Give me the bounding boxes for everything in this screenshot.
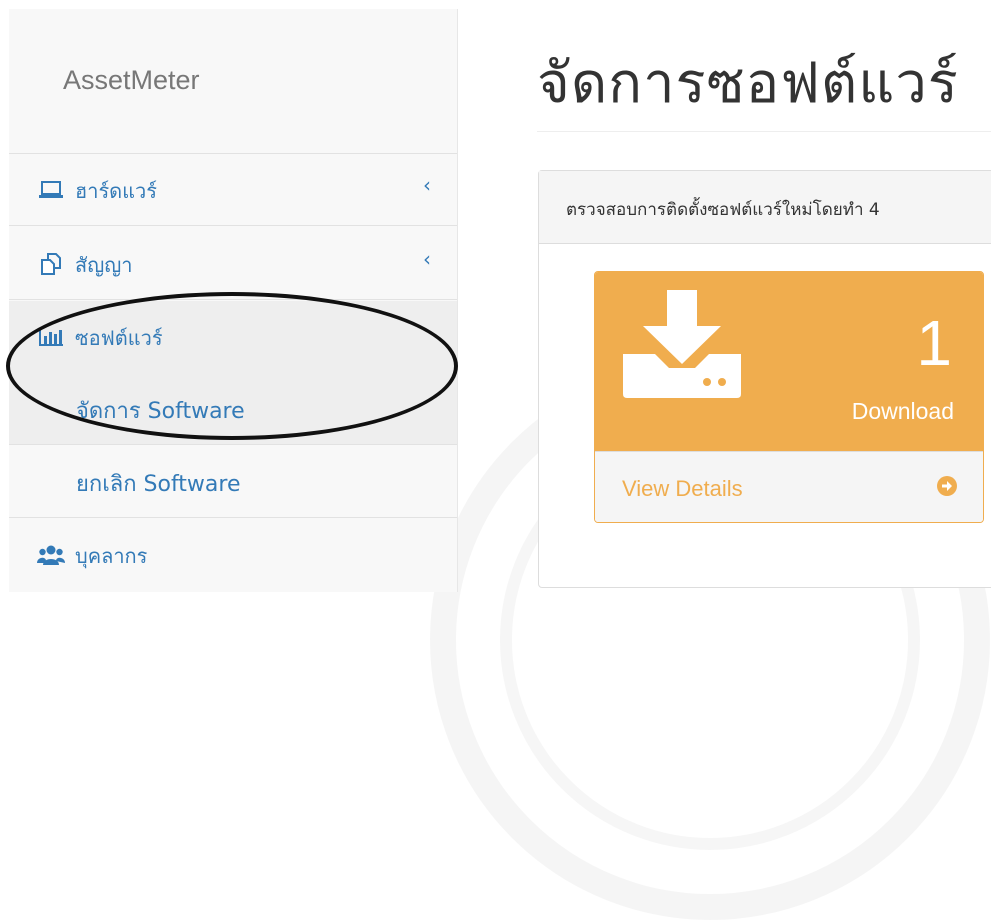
panel-heading-text: ตรวจสอบการติดตั้งซอฟต์แวร์ใหม่โดยทำ 4 (566, 200, 880, 220)
chevron-left-icon[interactable]: ‹ (423, 247, 431, 271)
sidebar-item-software[interactable]: ซอฟต์แวร์ (9, 301, 457, 373)
sidebar-item-label: ฮาร์ดแวร์ (75, 179, 158, 203)
sidebar-item-label: บุคลากร (75, 544, 148, 568)
bar-chart-icon (36, 323, 66, 351)
submenu-item-label: จัดการ Software (76, 399, 245, 424)
brand-name[interactable]: AssetMeter (63, 65, 200, 96)
laptop-icon (36, 176, 66, 204)
brand-area: AssetMeter (9, 9, 457, 154)
card-header: 1 Download (595, 272, 983, 451)
submenu-item-manage-software[interactable]: จัดการ Software (9, 373, 457, 445)
download-stat-card: 1 Download View Details (594, 271, 984, 523)
sidebar-item-personnel[interactable]: บุคลากร (9, 519, 457, 591)
users-icon (36, 541, 66, 569)
chevron-left-icon[interactable]: ‹ (423, 173, 431, 197)
view-details-link[interactable]: View Details (595, 451, 983, 522)
page-title: จัดการซอฟต์แวร์ (537, 51, 959, 116)
sidebar-item-label: ซอฟต์แวร์ (75, 326, 163, 350)
sidebar-item-hardware[interactable]: ฮาร์ดแวร์ ‹ (9, 154, 457, 226)
title-divider (537, 131, 991, 132)
submenu-item-label: ยกเลิก Software (76, 472, 241, 497)
view-details-label: View Details (622, 476, 743, 501)
sidebar: AssetMeter ฮาร์ดแวร์ ‹ สัญญา ‹ ซอฟต์แวร์… (9, 9, 458, 592)
submenu-item-cancel-software[interactable]: ยกเลิก Software (9, 446, 457, 518)
panel-heading: ตรวจสอบการติดตั้งซอฟต์แวร์ใหม่โดยทำ 4 (539, 171, 991, 244)
download-icon (621, 288, 743, 404)
sidebar-item-label: สัญญา (75, 253, 133, 277)
arrow-circle-right-icon (937, 476, 957, 496)
download-count: 1 (916, 307, 952, 379)
download-caption: Download (851, 398, 954, 424)
copy-icon (36, 250, 66, 278)
sidebar-item-contract[interactable]: สัญญา ‹ (9, 228, 457, 300)
